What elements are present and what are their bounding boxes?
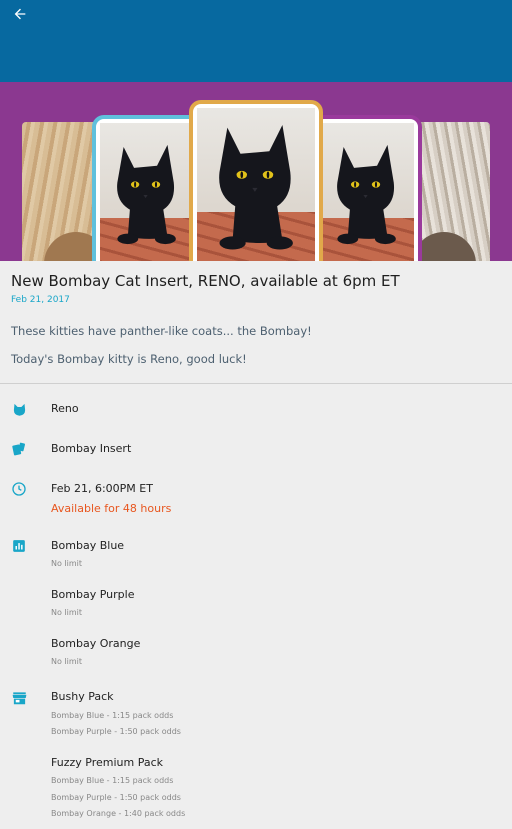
pack-odds: Bombay Blue - 1:15 pack odds	[51, 776, 174, 785]
app-bar	[0, 0, 512, 82]
store-icon	[11, 690, 27, 706]
blue-card-image	[92, 115, 202, 261]
pack-odds: Bombay Purple - 1:50 pack odds	[51, 793, 181, 802]
bar-chart-icon	[11, 538, 27, 554]
clock-icon	[11, 481, 27, 497]
hero-image	[0, 82, 512, 261]
parallel-name: Bombay Purple	[51, 588, 135, 601]
back-button[interactable]	[6, 4, 34, 28]
post-paragraph: These kitties have panther-like coats...…	[11, 324, 312, 338]
availability-time: Feb 21, 6:00PM ET	[51, 482, 153, 495]
insert-name: Bombay Insert	[51, 442, 132, 455]
purple-card-image	[312, 115, 422, 261]
parallel-limit: No limit	[51, 559, 83, 568]
parallel-name: Bombay Blue	[51, 539, 125, 552]
parallel-name: Bombay Orange	[51, 637, 141, 650]
parallel-limit: No limit	[51, 657, 83, 666]
pack-odds: Bombay Orange - 1:40 pack odds	[51, 809, 186, 818]
pack-name: Bushy Pack	[51, 690, 114, 703]
post-paragraph: Today's Bombay kitty is Reno, good luck!	[11, 352, 247, 366]
pack-odds: Bombay Blue - 1:15 pack odds	[51, 711, 174, 720]
cards-icon	[11, 441, 27, 457]
cat-face-icon	[11, 401, 27, 417]
cat-name: Reno	[51, 402, 79, 415]
post-date: Feb 21, 2017	[11, 295, 70, 305]
right-pack-image	[410, 122, 490, 261]
left-pack-image	[22, 122, 108, 261]
pack-odds: Bombay Purple - 1:50 pack odds	[51, 727, 181, 736]
orange-card-image	[189, 100, 323, 261]
post-title: New Bombay Cat Insert, RENO, available a…	[11, 272, 400, 290]
divider	[0, 383, 512, 384]
pack-name: Fuzzy Premium Pack	[51, 756, 163, 769]
arrow-left-icon	[12, 6, 28, 26]
parallel-limit: No limit	[51, 608, 83, 617]
availability-duration: Available for 48 hours	[51, 502, 172, 515]
